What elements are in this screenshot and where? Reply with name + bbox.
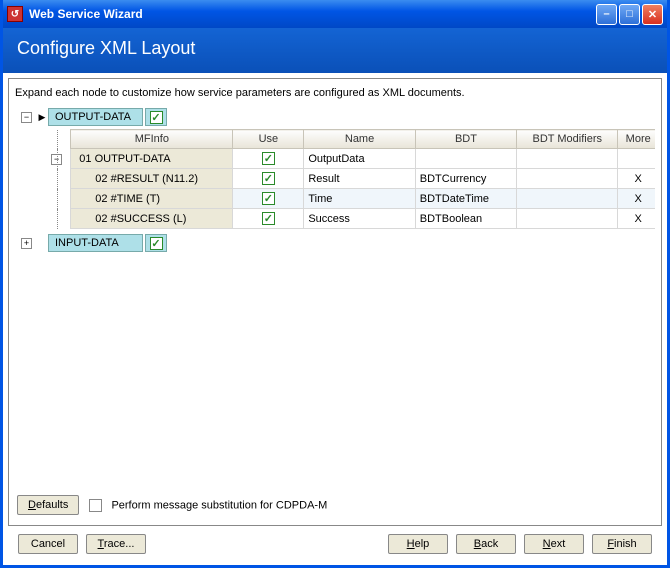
- col-bdtmod[interactable]: BDT Modifiers: [517, 130, 618, 149]
- xml-layout-grid: MFInfo Use Name BDT BDT Modifiers More −…: [47, 129, 655, 229]
- use-checkbox[interactable]: ✓: [262, 212, 275, 225]
- inner-frame: Expand each node to customize how servic…: [8, 78, 662, 526]
- cell-use[interactable]: ✓: [233, 209, 304, 229]
- cell-bdtmod[interactable]: [517, 149, 618, 169]
- cell-more[interactable]: X: [618, 189, 655, 209]
- cell-bdt[interactable]: BDTDateTime: [415, 189, 516, 209]
- content: Expand each node to customize how servic…: [3, 73, 667, 565]
- app-icon: ↺: [7, 6, 23, 22]
- window-title: Web Service Wizard: [29, 7, 143, 21]
- tree-node-output: − ▶ OUTPUT-DATA ✓: [21, 107, 655, 127]
- finish-button[interactable]: Finish: [592, 534, 652, 554]
- use-checkbox[interactable]: ✓: [262, 152, 275, 165]
- grid-header-row: MFInfo Use Name BDT BDT Modifiers More: [47, 130, 655, 149]
- cell-bdtmod[interactable]: [517, 169, 618, 189]
- minimize-button[interactable]: –: [596, 4, 617, 25]
- options-row: Defaults Perform message substitution fo…: [15, 491, 655, 519]
- cell-use[interactable]: ✓: [233, 149, 304, 169]
- subst-text: Perform message substitution for CDPDA-M: [111, 499, 327, 511]
- table-row[interactable]: 02 #TIME (T) ✓ TimeBDTDateTime X: [47, 189, 655, 209]
- cell-bdt[interactable]: BDTBoolean: [415, 209, 516, 229]
- cell-use[interactable]: ✓: [233, 169, 304, 189]
- close-button[interactable]: ✕: [642, 4, 663, 25]
- node-label-output[interactable]: OUTPUT-DATA: [48, 108, 143, 126]
- cell-mfinfo[interactable]: 01 OUTPUT-DATA: [71, 149, 233, 169]
- cell-name[interactable]: Success: [304, 209, 415, 229]
- use-checkbox[interactable]: ✓: [262, 172, 275, 185]
- node-check-input[interactable]: ✓: [145, 234, 167, 252]
- cell-name[interactable]: OutputData: [304, 149, 415, 169]
- cell-mfinfo[interactable]: 02 #TIME (T): [71, 189, 233, 209]
- cell-mfinfo[interactable]: 02 #RESULT (N11.2): [71, 169, 233, 189]
- col-name[interactable]: Name: [304, 130, 415, 149]
- next-button[interactable]: Next: [524, 534, 584, 554]
- row-collapse-icon[interactable]: −: [51, 154, 62, 165]
- col-more[interactable]: More: [618, 130, 655, 149]
- collapse-icon[interactable]: −: [21, 112, 32, 123]
- cancel-button[interactable]: Cancel: [18, 534, 78, 554]
- help-button[interactable]: Help: [388, 534, 448, 554]
- arrow-icon: ▶: [36, 109, 48, 125]
- col-use[interactable]: Use: [233, 130, 304, 149]
- maximize-button[interactable]: □: [619, 4, 640, 25]
- titlebar: ↺ Web Service Wizard – □ ✕: [3, 0, 667, 28]
- tree-area: − ▶ OUTPUT-DATA ✓ MFInfo Use Name BDT: [15, 107, 655, 491]
- back-button[interactable]: Back: [456, 534, 516, 554]
- cell-more[interactable]: X: [618, 169, 655, 189]
- tree-node-input: + INPUT-DATA ✓: [21, 233, 655, 253]
- trace-button[interactable]: Trace...: [86, 534, 146, 554]
- table-row[interactable]: 02 #RESULT (N11.2) ✓ ResultBDTCurrency X: [47, 169, 655, 189]
- cell-mfinfo[interactable]: 02 #SUCCESS (L): [71, 209, 233, 229]
- cell-bdtmod[interactable]: [517, 189, 618, 209]
- wizard-window: ↺ Web Service Wizard – □ ✕ Configure XML…: [0, 0, 670, 568]
- instruction-text: Expand each node to customize how servic…: [15, 87, 655, 99]
- node-check-output[interactable]: ✓: [145, 108, 167, 126]
- page-title: Configure XML Layout: [17, 38, 195, 58]
- defaults-button[interactable]: Defaults: [17, 495, 79, 515]
- cell-use[interactable]: ✓: [233, 189, 304, 209]
- arrow-spacer: [36, 235, 48, 251]
- cell-bdtmod[interactable]: [517, 209, 618, 229]
- cell-bdt[interactable]: BDTCurrency: [415, 169, 516, 189]
- cell-bdt[interactable]: [415, 149, 516, 169]
- footer: Cancel Trace... Help Back Next Finish: [8, 526, 662, 560]
- subst-checkbox[interactable]: [89, 499, 102, 512]
- cell-more[interactable]: [618, 149, 655, 169]
- page-header: Configure XML Layout: [3, 28, 667, 73]
- use-checkbox[interactable]: ✓: [262, 192, 275, 205]
- cell-name[interactable]: Result: [304, 169, 415, 189]
- table-row[interactable]: −01 OUTPUT-DATA ✓ OutputData: [47, 149, 655, 169]
- col-mfinfo[interactable]: MFInfo: [71, 130, 233, 149]
- table-row[interactable]: 02 #SUCCESS (L) ✓ SuccessBDTBoolean X: [47, 209, 655, 229]
- cell-name[interactable]: Time: [304, 189, 415, 209]
- node-label-input[interactable]: INPUT-DATA: [48, 234, 143, 252]
- subst-checkbox-label[interactable]: Perform message substitution for CDPDA-M: [89, 499, 327, 512]
- cell-more[interactable]: X: [618, 209, 655, 229]
- col-bdt[interactable]: BDT: [415, 130, 516, 149]
- expand-icon[interactable]: +: [21, 238, 32, 249]
